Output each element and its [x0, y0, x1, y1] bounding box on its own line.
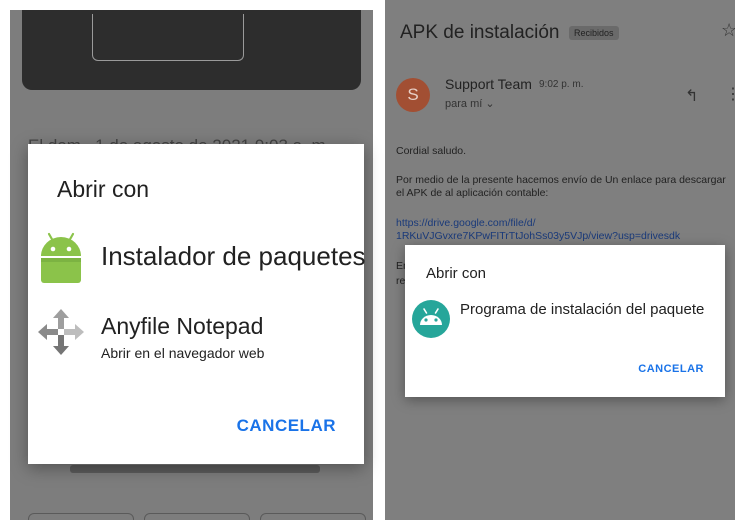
reply-icon[interactable]: ↰ — [685, 86, 698, 106]
cancel-button[interactable]: CANCELAR — [638, 363, 704, 375]
open-with-dialog-left: Abrir con Instalador de paquetes Anyfile… — [28, 144, 366, 464]
star-icon[interactable]: ☆ — [721, 20, 735, 41]
option-sublabel: Abrir en el navegador web — [101, 345, 265, 361]
background-text-bar — [70, 465, 320, 473]
sender-name: Support Team — [445, 76, 532, 92]
dark-card-button — [92, 14, 244, 61]
background-button-2 — [144, 513, 250, 520]
android-icon — [41, 232, 81, 283]
option-label: Programa de instalación del paquete — [460, 301, 705, 318]
background-button-3 — [260, 513, 366, 520]
move-arrows-icon — [38, 309, 84, 355]
avatar[interactable]: S — [396, 78, 430, 112]
dark-card — [22, 10, 361, 90]
option-label: Instalador de paquetes — [101, 241, 366, 271]
android-icon — [412, 300, 450, 338]
email-subject: APK de instalación — [400, 22, 560, 43]
drive-link-line2[interactable]: 1RKuVJGvxre7KPwFITrTtJohSs03y5VJp/view?u… — [396, 230, 680, 243]
email-greeting: Cordial saludo. — [396, 145, 467, 157]
inbox-badge[interactable]: Recibidos — [569, 26, 619, 40]
email-text-fragment: re — [396, 275, 406, 287]
recipient-toggle[interactable]: para mí ⌄ — [445, 97, 495, 110]
option-label: Anyfile Notepad — [101, 313, 264, 339]
dialog-title: Abrir con — [57, 176, 150, 202]
dialog-title: Abrir con — [426, 265, 487, 282]
email-time: 9:02 p. m. — [539, 79, 584, 90]
more-options-icon[interactable]: ⋮ — [725, 84, 735, 104]
drive-link-line1[interactable]: https://drive.google.com/file/d/ — [396, 217, 536, 230]
open-with-dialog-right: Abrir con Programa de instalación del pa… — [405, 245, 725, 397]
cancel-button[interactable]: CANCELAR — [237, 416, 336, 436]
background-button-1 — [28, 513, 134, 520]
email-paragraph: Por medio de la presente hacemos envío d… — [396, 174, 726, 199]
